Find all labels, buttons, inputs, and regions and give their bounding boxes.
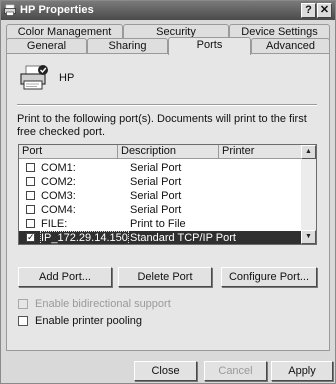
- close-button[interactable]: Close: [134, 361, 197, 381]
- instructions-text: Print to the following port(s). Document…: [17, 113, 307, 138]
- port-row-com4[interactable]: COM4: Serial Port: [19, 203, 301, 217]
- printer-pooling-label: Enable printer pooling: [35, 315, 143, 327]
- apply-button[interactable]: Apply: [271, 361, 333, 381]
- port-description: Serial Port: [130, 162, 182, 174]
- port-name: IP_172.29.14.150: [40, 231, 129, 244]
- port-description: Serial Port: [130, 204, 182, 216]
- port-checkbox-checked[interactable]: ✓: [26, 233, 35, 242]
- printer-name: HP: [59, 72, 75, 84]
- port-checkbox[interactable]: [26, 163, 35, 172]
- tab-sharing[interactable]: Sharing: [87, 38, 168, 54]
- port-row-com1[interactable]: COM1: Serial Port: [19, 161, 301, 175]
- port-row-file[interactable]: FILE: Print to File: [19, 217, 301, 231]
- cancel-button[interactable]: Cancel: [204, 361, 267, 381]
- divider: [17, 104, 317, 106]
- port-checkbox[interactable]: [26, 219, 35, 228]
- port-name: COM4:: [41, 204, 76, 216]
- port-list-header: Port Description Printer: [19, 145, 301, 159]
- port-name: COM2:: [41, 176, 76, 188]
- properties-dialog: HP Properties ? ✕ Color Management Secur…: [0, 0, 336, 384]
- port-name: FILE:: [41, 218, 68, 230]
- window-title: HP Properties: [20, 4, 94, 16]
- port-checkbox[interactable]: [26, 191, 35, 200]
- port-description: Standard TCP/IP Port: [130, 232, 236, 244]
- scroll-down-arrow-icon[interactable]: ▼: [301, 230, 316, 244]
- port-description: Serial Port: [130, 190, 182, 202]
- printer-icon: [20, 65, 48, 90]
- port-name: COM3:: [41, 190, 76, 202]
- close-window-button[interactable]: ✕: [317, 3, 332, 18]
- port-row-ip[interactable]: ✓ IP_172.29.14.150 Standard TCP/IP Port: [19, 231, 301, 244]
- port-list[interactable]: Port Description Printer COM1: Serial Po…: [18, 144, 317, 245]
- port-checkbox[interactable]: [26, 177, 35, 186]
- configure-port-button[interactable]: Configure Port...: [221, 267, 317, 287]
- port-description: Print to File: [130, 218, 186, 230]
- column-header-port[interactable]: Port: [19, 145, 118, 158]
- printer-icon: [4, 4, 16, 16]
- port-checkbox[interactable]: [26, 205, 35, 214]
- help-button[interactable]: ?: [301, 3, 316, 18]
- bidirectional-support-checkbox[interactable]: [18, 299, 28, 309]
- bidirectional-support-label: Enable bidirectional support: [35, 298, 171, 310]
- ports-tab-panel: HP Print to the following port(s). Docum…: [6, 53, 330, 351]
- port-list-scrollbar[interactable]: ▲ ▼: [301, 145, 316, 244]
- tab-general[interactable]: General: [6, 38, 87, 54]
- add-port-button[interactable]: Add Port...: [18, 267, 112, 287]
- port-row-com2[interactable]: COM2: Serial Port: [19, 175, 301, 189]
- port-description: Serial Port: [130, 176, 182, 188]
- tab-ports[interactable]: Ports: [168, 37, 251, 55]
- column-header-printer[interactable]: Printer: [219, 145, 301, 158]
- column-header-description[interactable]: Description: [118, 145, 219, 158]
- title-bar[interactable]: HP Properties ? ✕: [1, 1, 335, 20]
- delete-port-button[interactable]: Delete Port: [118, 267, 212, 287]
- port-name: COM1:: [41, 162, 76, 174]
- tab-advanced[interactable]: Advanced: [251, 38, 330, 54]
- port-row-com3[interactable]: COM3: Serial Port: [19, 189, 301, 203]
- scroll-up-arrow-icon[interactable]: ▲: [301, 145, 316, 159]
- printer-pooling-checkbox[interactable]: [18, 316, 28, 326]
